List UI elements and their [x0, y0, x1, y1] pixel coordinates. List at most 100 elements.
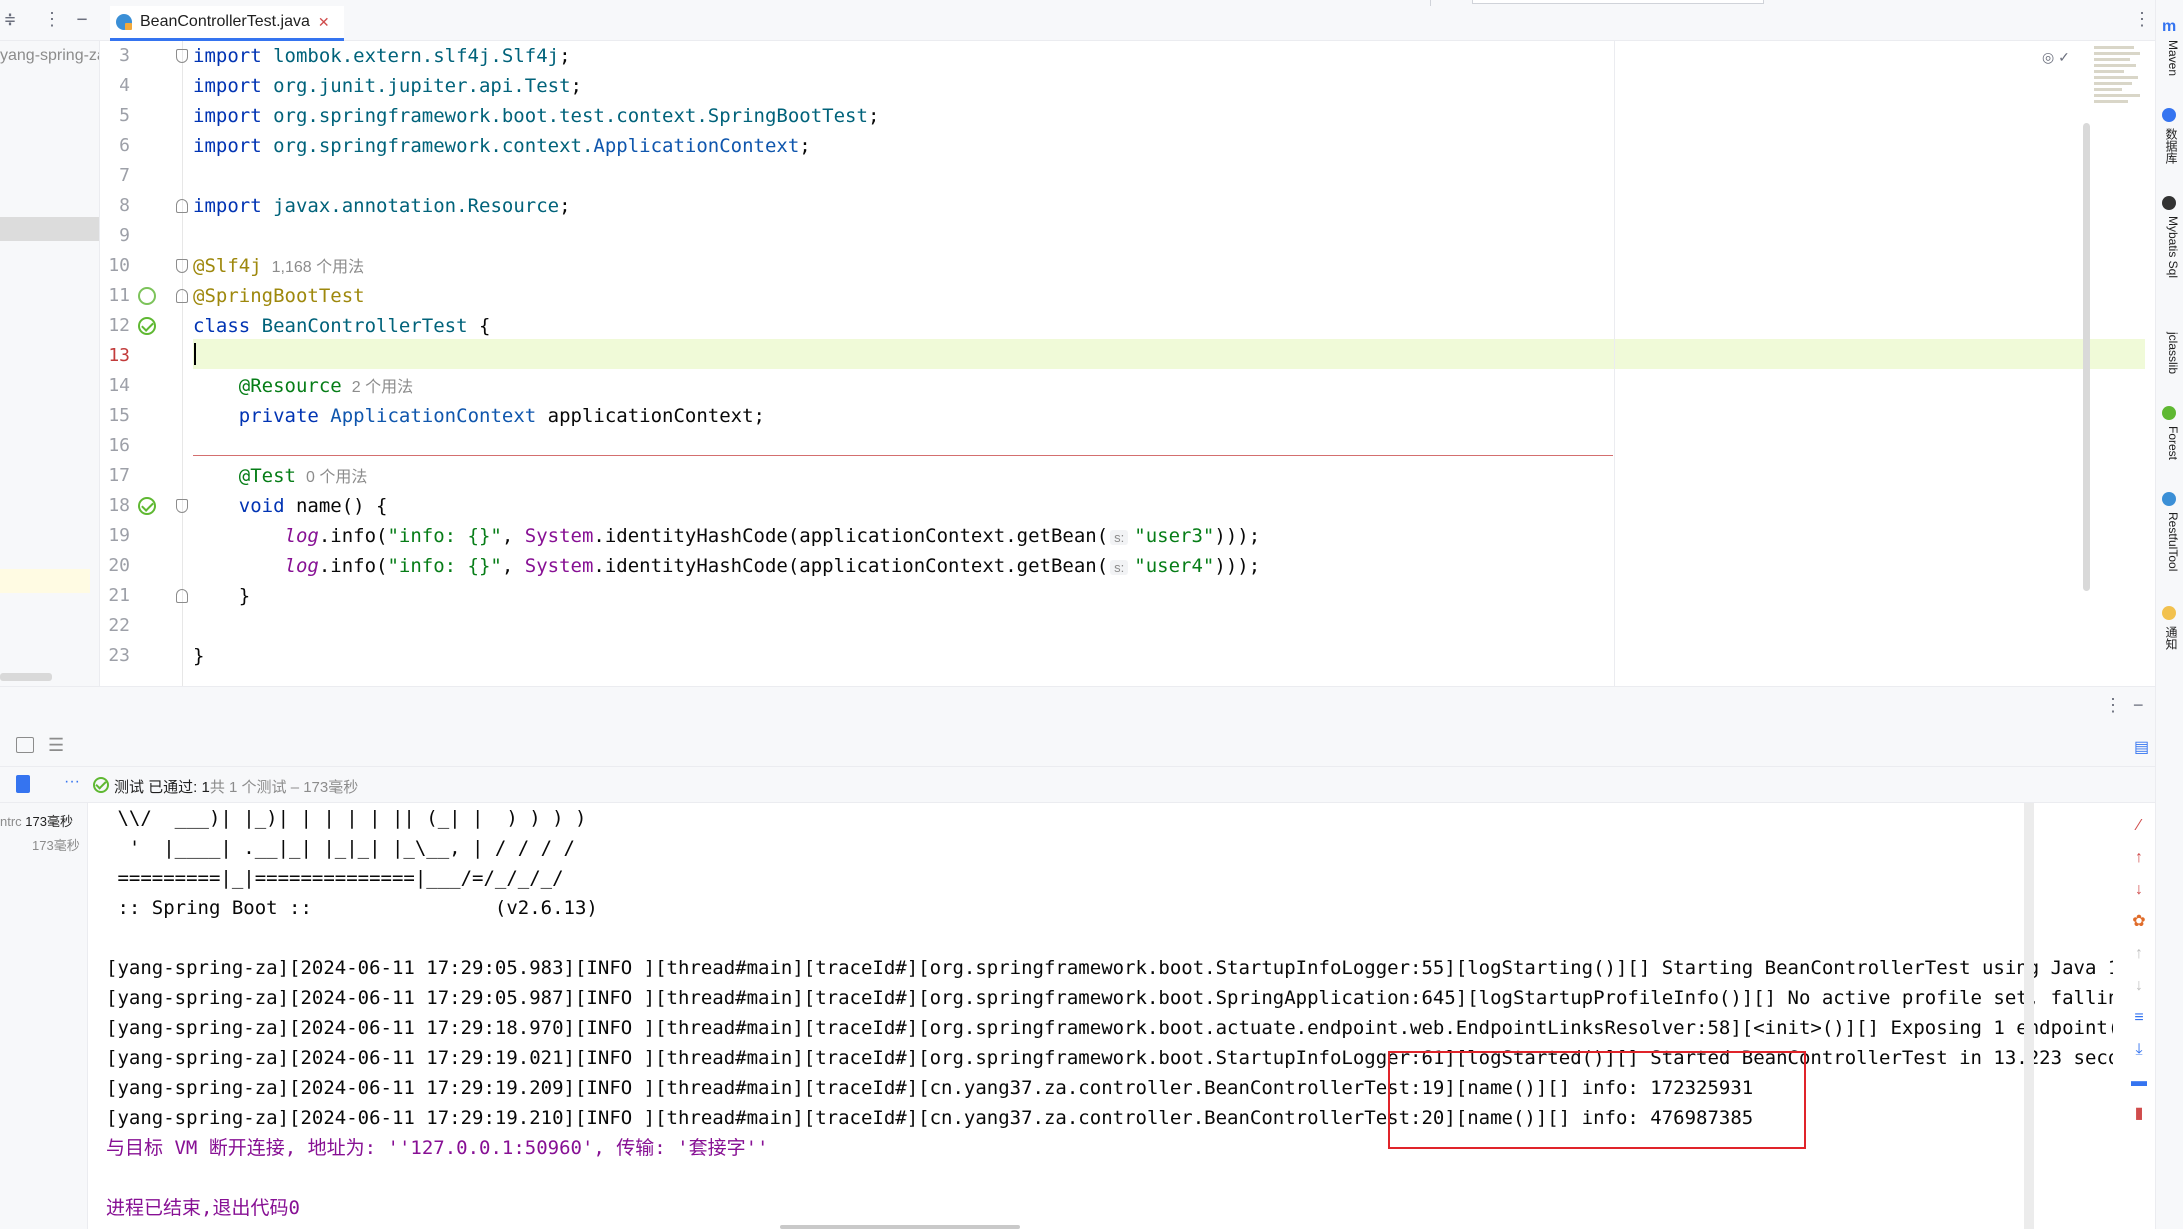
console-output[interactable]: \\/ ___)| |_)| | | | | || (_| | ) ) ) ) …	[88, 803, 2113, 1229]
maven-icon[interactable]: m	[2162, 18, 2176, 35]
annotation: @Slf4j	[193, 255, 262, 277]
brace: {	[467, 315, 491, 337]
spring-bean-icon[interactable]	[138, 287, 156, 305]
tool-maven[interactable]: Maven	[2160, 40, 2180, 76]
export-icon[interactable]	[16, 775, 30, 793]
more-icon[interactable]: ···	[64, 773, 80, 791]
clear-console-icon[interactable]: ⁄	[2130, 817, 2148, 835]
test-tree-row[interactable]: ntrc 173毫秒	[0, 811, 73, 830]
trash-icon[interactable]: ▮	[2130, 1105, 2148, 1123]
error-stripe-minimap[interactable]	[2094, 43, 2146, 123]
code-line: 5 import org.springframework.boot.test.c…	[100, 101, 2100, 131]
usages-hint[interactable]: 1,168 个用法	[272, 259, 365, 276]
arrow-up-icon[interactable]: ↑	[2130, 849, 2148, 867]
fold-icon[interactable]	[176, 589, 188, 603]
test-passed-label: 测试 已通过: 1	[114, 779, 210, 796]
debug-icon[interactable]: ✿	[2130, 913, 2148, 931]
layout-icon[interactable]: ▤	[2134, 737, 2149, 757]
arrow-down-disabled-icon: ↓	[2135, 977, 2143, 994]
line-number: 4	[119, 75, 130, 96]
tool-restfultool[interactable]: RestfulTool	[2160, 512, 2180, 571]
run-test-passed-icon[interactable]	[138, 497, 156, 515]
fold-icon[interactable]	[176, 289, 188, 303]
file-tab[interactable]: BeanControllerTest.java ✕	[110, 6, 344, 41]
brace: }	[238, 585, 251, 607]
line-number: 3	[119, 45, 130, 66]
database-icon[interactable]	[2162, 108, 2176, 122]
scroll-to-end-icon[interactable]: ⤓	[2130, 1041, 2148, 1059]
class-name: BeanControllerTest	[261, 315, 468, 337]
package-name: org.springframework.context.	[273, 135, 594, 157]
kw-void: void	[238, 495, 285, 517]
more-options-icon[interactable]: ⋮	[2104, 695, 2122, 716]
arrow-up-disabled-icon: ↑	[2135, 945, 2143, 962]
console-line-process-exit: 进程已结束,退出代码0	[106, 1197, 300, 1219]
test-status-bar: ··· 测试 已通过: 1共 1 个测试 – 173毫秒	[0, 767, 2155, 803]
highlighted-tree-row[interactable]	[0, 569, 90, 593]
console-horizontal-scrollbar[interactable]	[780, 1225, 1020, 1229]
code-line-current: 13	[100, 341, 2100, 371]
editor-scrollbar[interactable]	[2083, 123, 2090, 591]
usages-hint[interactable]: 2 个用法	[352, 379, 413, 396]
close-parens: )));	[1214, 555, 1261, 577]
close-tab-icon[interactable]: ✕	[318, 14, 330, 31]
fold-icon[interactable]	[176, 259, 188, 273]
console-scrollbar[interactable]	[2024, 803, 2034, 1229]
fold-icon[interactable]	[176, 49, 188, 63]
tool-notifications[interactable]: 通知	[2160, 626, 2180, 650]
call: .info(	[318, 555, 388, 577]
run-test-passed-icon[interactable]	[138, 317, 156, 335]
usages-hint[interactable]: 0 个用法	[306, 469, 367, 486]
code-editor[interactable]: 3 import lombok.extern.slf4j.Slf4j; 4 im…	[100, 41, 2155, 686]
mybatis-icon[interactable]	[2162, 196, 2176, 210]
restfultool-icon[interactable]	[2162, 492, 2176, 506]
more-options-icon[interactable]: ⋮	[2132, 10, 2152, 30]
soft-wrap-icon[interactable]: ≡	[2130, 1009, 2148, 1027]
tool-mybatis-sql[interactable]: Mybatis Sql	[2160, 216, 2180, 278]
param-hint: s:	[1110, 530, 1129, 545]
code-line: 9	[100, 221, 2100, 251]
project-root-label[interactable]: yang-spring-za	[0, 47, 99, 65]
class-ref: Test	[524, 75, 571, 97]
collapse-icon[interactable]: ≑	[0, 10, 20, 30]
more-options-icon[interactable]: ⋮	[42, 10, 62, 30]
test-name: ntrc	[0, 814, 22, 829]
code-line: 11 @SpringBootTest	[100, 281, 2100, 311]
line-number: 18	[108, 495, 130, 516]
line-number: 16	[108, 435, 130, 456]
tool-forest[interactable]: Forest	[2160, 426, 2180, 460]
class-ref: Resource	[467, 195, 560, 217]
semicolon: ;	[867, 105, 880, 127]
minimize-icon[interactable]: −	[72, 10, 92, 30]
selected-tree-row[interactable]	[0, 217, 99, 241]
annotation: @Resource	[238, 375, 342, 397]
run-toolbar: ☰ ▤	[0, 727, 2155, 767]
comma: ,	[501, 555, 525, 577]
line-number: 21	[108, 585, 130, 606]
horizontal-scrollbar[interactable]	[0, 673, 52, 681]
kw-import: import	[193, 75, 262, 97]
divider	[1430, 0, 1431, 6]
package-name: org.junit.jupiter.api.	[273, 75, 525, 97]
print-icon[interactable]: ▬	[2130, 1073, 2148, 1091]
test-tree: ntrc 173毫秒 173毫秒	[0, 803, 88, 1229]
code-line: 4 import org.junit.jupiter.api.Test;	[100, 71, 2100, 101]
test-tree-row[interactable]: 173毫秒	[32, 835, 80, 854]
file-tab-label: BeanControllerTest.java	[140, 13, 310, 30]
forest-icon[interactable]	[2162, 406, 2176, 420]
notifications-icon[interactable]	[2162, 606, 2176, 620]
tree-view-icon[interactable]: ☰	[48, 735, 64, 756]
arrow-down-icon[interactable]: ↓	[2130, 881, 2148, 899]
fold-icon[interactable]	[176, 499, 188, 513]
code-line: 23 }	[100, 641, 2100, 671]
tool-database[interactable]: 数据库	[2160, 128, 2180, 164]
call: .info(	[318, 525, 388, 547]
console-icon[interactable]	[16, 737, 34, 753]
fold-icon[interactable]	[176, 199, 188, 213]
line-number: 15	[108, 405, 130, 426]
inspection-status-icon[interactable]: ◎ ✓	[2042, 49, 2070, 66]
minimize-panel-icon[interactable]: −	[2133, 695, 2144, 716]
search-field[interactable]	[1472, 0, 1764, 4]
kw-import: import	[193, 135, 262, 157]
tool-jclasslib[interactable]: jclasslib	[2160, 332, 2180, 374]
